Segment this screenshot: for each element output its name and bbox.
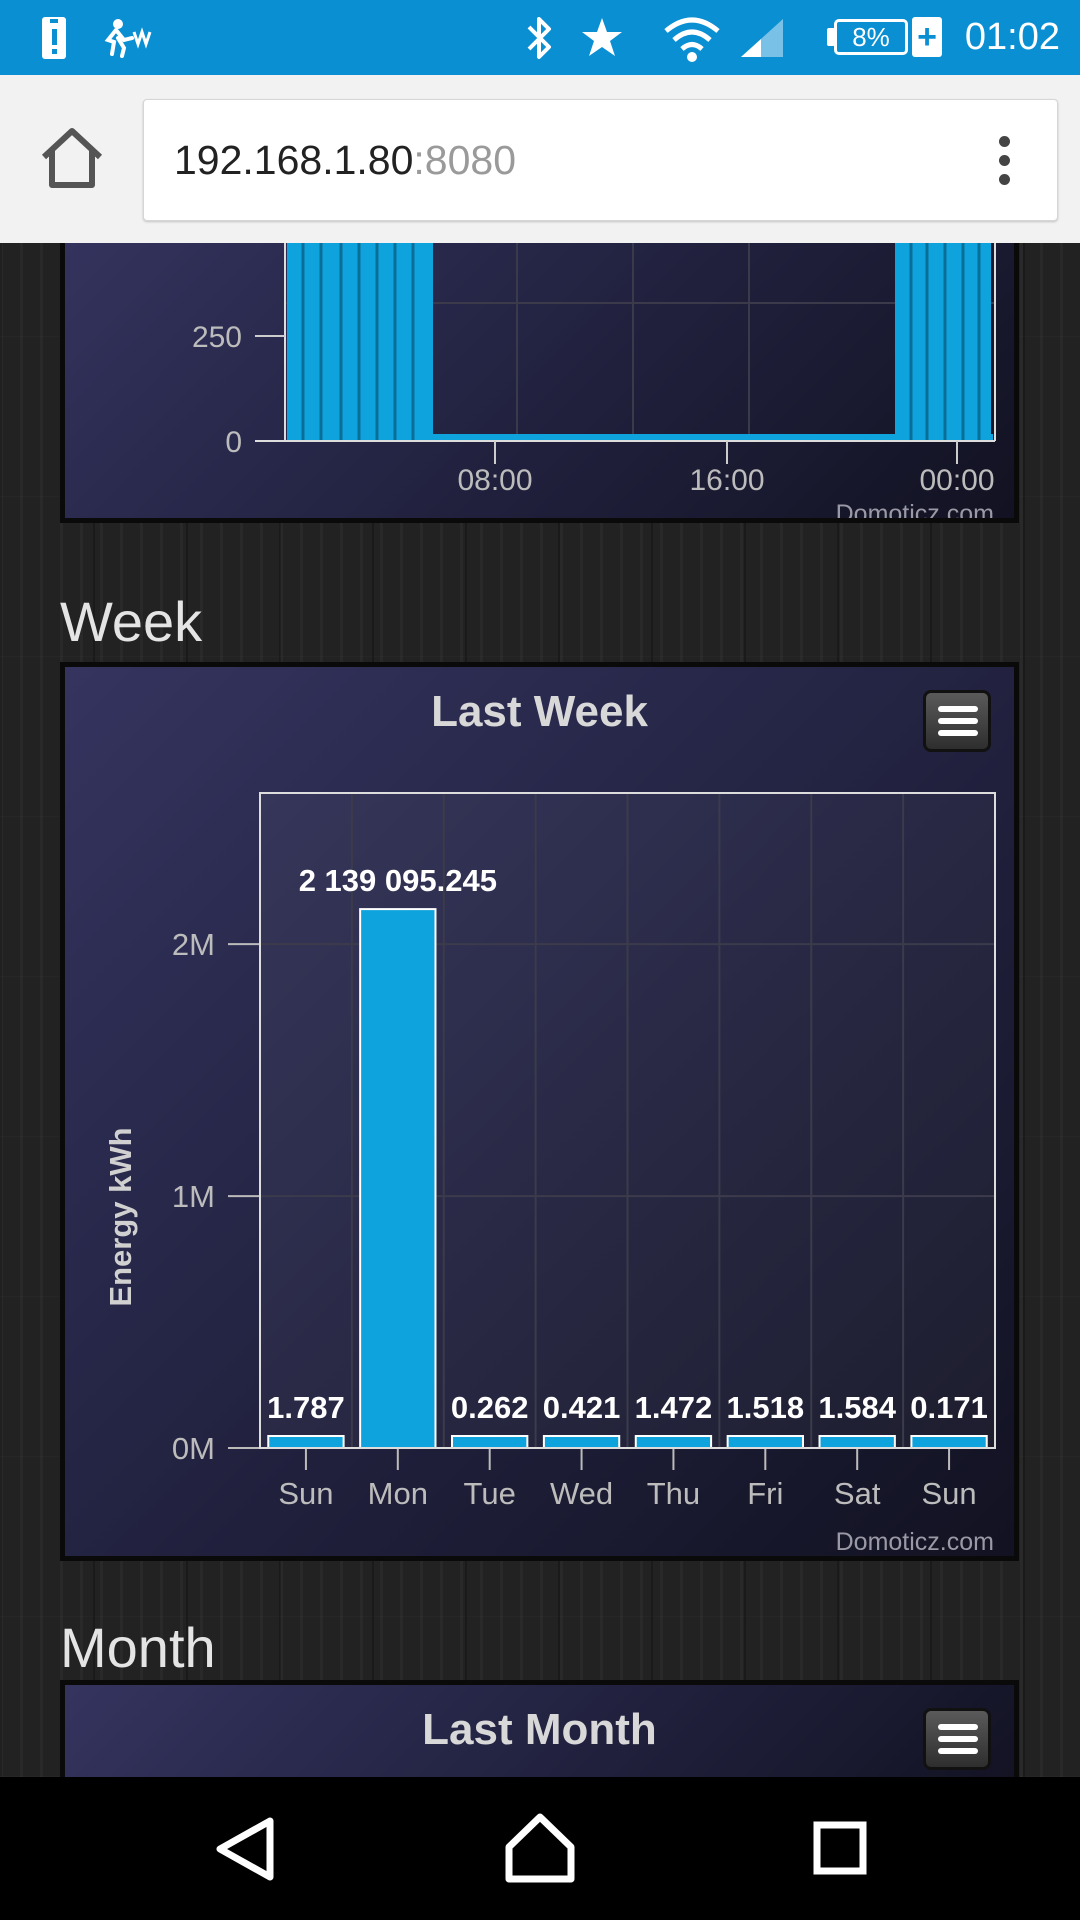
- navigation-bar: [0, 1777, 1080, 1920]
- battery-percent: 8%: [852, 21, 890, 52]
- month-chart-title: Last Month: [422, 1705, 657, 1754]
- wifi-icon: [660, 0, 724, 75]
- day-x-tick-0800: 08:00: [457, 464, 532, 497]
- week-bar-value-label: 0.262: [451, 1390, 529, 1425]
- day-x-tick-1600: 16:00: [689, 464, 764, 497]
- week-bar-sat-6: [818, 1435, 896, 1449]
- week-chart-panel: Last Week 0M 1M 2M 1.787 Sun 2 139 095.245 Mon…: [60, 662, 1019, 1561]
- month-chart-panel: Last Month: [60, 1680, 1019, 1777]
- page-content: 250 0 08:00 16:00 00:00 Po Domoticz.com …: [0, 243, 1080, 1777]
- week-x-tick-label: Sun: [278, 1476, 333, 1511]
- url-port: :8080: [413, 137, 517, 183]
- week-bar-value-label: 1.472: [635, 1390, 713, 1425]
- overflow-menu-icon[interactable]: [999, 136, 1011, 186]
- week-chart-title: Last Week: [431, 687, 648, 736]
- week-bar-thu-4: [634, 1435, 713, 1449]
- week-bar-value-label: 1.518: [727, 1390, 805, 1425]
- recents-icon[interactable]: [795, 1807, 885, 1891]
- browser-toolbar: 192.168.1.80:8080: [0, 75, 1080, 243]
- back-icon[interactable]: [198, 1807, 288, 1891]
- week-bar-tue-2: [451, 1435, 529, 1449]
- week-y-tick-label: 0M: [172, 1431, 215, 1466]
- week-x-tick-label: Sat: [834, 1476, 881, 1511]
- week-bar-value-label: 0.421: [543, 1390, 621, 1425]
- week-x-tick-label: Sun: [921, 1476, 976, 1511]
- week-bar-wed-3: [542, 1435, 621, 1449]
- day-y-tick-0: 0: [225, 426, 242, 459]
- bluetooth-icon: [520, 0, 560, 75]
- star-icon: [578, 0, 626, 75]
- week-y-tick-label: 2M: [172, 927, 215, 962]
- week-x-tick-label: Wed: [550, 1476, 613, 1511]
- charging-icon: +: [912, 17, 942, 57]
- week-y-axis-label: Energy kWh: [103, 1127, 138, 1306]
- week-bar-chart: 0M 1M 2M 1.787 Sun 2 139 095.245 Mon 0.262 Tue 0.…: [103, 792, 996, 1556]
- week-x-tick-label: Mon: [368, 1476, 428, 1511]
- month-chart-menu-icon[interactable]: [923, 1708, 991, 1770]
- week-bar-sun-7: [910, 1435, 988, 1449]
- week-chart-credit: Domoticz.com: [836, 1528, 994, 1556]
- week-heading: Week: [60, 590, 203, 653]
- week-x-tick-label: Fri: [747, 1476, 783, 1511]
- week-bar-mon-1: [359, 908, 437, 1449]
- week-bar-fri-5: [726, 1435, 804, 1449]
- home-icon[interactable]: [495, 1807, 585, 1891]
- chart-menu-icon[interactable]: [923, 690, 991, 752]
- week-bar-sun-0: [267, 1435, 345, 1449]
- week-bar-value-label: 0.171: [910, 1390, 988, 1425]
- day-x-tick-0000: 00:00: [919, 464, 994, 497]
- week-bar-value-label: 1.787: [267, 1390, 345, 1425]
- day-chart-bars: [287, 243, 993, 440]
- warning-icon: [36, 0, 72, 75]
- week-y-tick-label: 1M: [172, 1179, 215, 1214]
- status-bar: 8% + 01:02: [0, 0, 1080, 75]
- day-chart-panel: 250 0 08:00 16:00 00:00 Po Domoticz.com: [60, 243, 1019, 528]
- url-host: 192.168.1.80: [174, 137, 414, 183]
- url-text[interactable]: 192.168.1.80:8080: [174, 100, 516, 220]
- address-bar[interactable]: 192.168.1.80:8080: [143, 99, 1058, 221]
- day-y-tick-250: 250: [192, 321, 242, 354]
- clock: 01:02: [964, 16, 1060, 58]
- day-chart: 250 0 08:00 16:00 00:00 Po Domoticz.com: [192, 243, 996, 528]
- battery-icon: 8%: [834, 19, 908, 55]
- month-heading: Month: [60, 1616, 216, 1679]
- week-bar-value-label: 1.584: [818, 1390, 896, 1425]
- activity-icon: [100, 0, 156, 75]
- cell-signal-icon: [738, 0, 786, 75]
- week-x-tick-label: Tue: [464, 1476, 516, 1511]
- day-chart-credit: Domoticz.com: [836, 500, 994, 518]
- week-x-tick-label: Thu: [647, 1476, 700, 1511]
- browser-home-icon[interactable]: [38, 125, 106, 191]
- week-bar-value-label: 2 139 095.245: [299, 863, 497, 898]
